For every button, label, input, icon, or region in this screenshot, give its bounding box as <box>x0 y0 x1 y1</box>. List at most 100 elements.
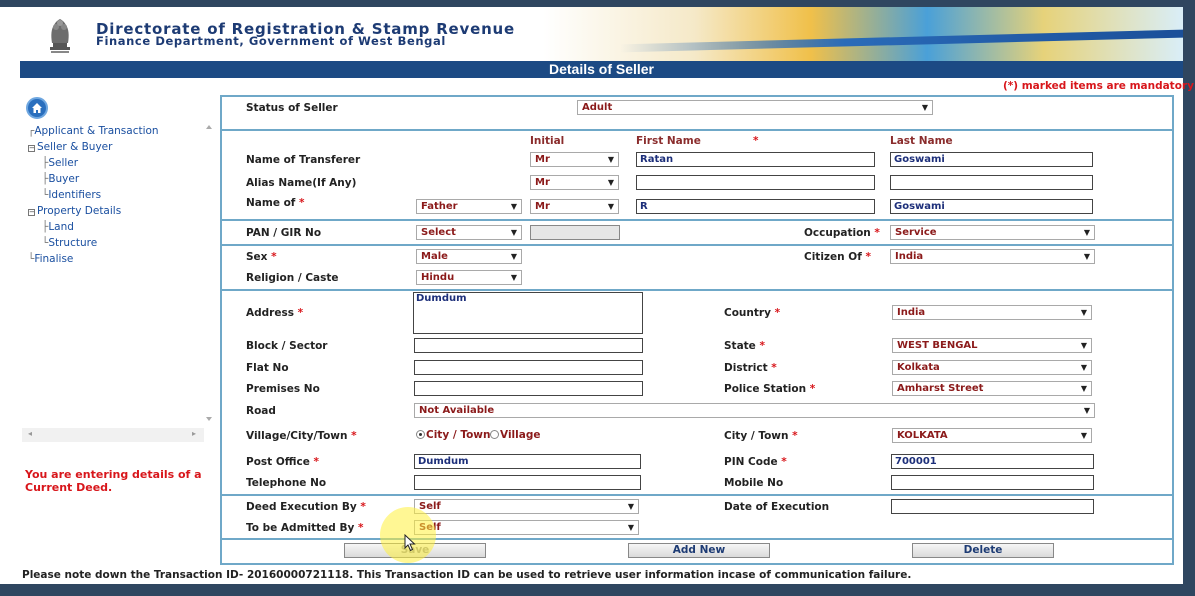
chevron-down-icon: ▼ <box>627 502 634 511</box>
transferer-last-name-input[interactable]: Goswami <box>890 152 1093 167</box>
tree-item-finalise[interactable]: Finalise <box>34 253 73 265</box>
district-label: District * <box>724 362 777 374</box>
tree-item-buyer[interactable]: Buyer <box>48 173 79 185</box>
premises-label: Premises No <box>246 383 320 395</box>
section-divider <box>222 219 1172 221</box>
sex-select[interactable]: Male ▼ <box>416 249 522 264</box>
transferer-initial-select[interactable]: Mr ▼ <box>530 152 619 167</box>
tree-item-seller-buyer[interactable]: Seller & Buyer <box>37 141 112 153</box>
alias-last-name-input[interactable] <box>890 175 1093 190</box>
address-label: Address * <box>246 307 304 319</box>
navigation-tree: ┌Applicant & Transaction − Seller & Buyer… <box>28 125 159 265</box>
transferer-first-name-input[interactable]: Ratan <box>636 152 875 167</box>
status-of-seller-label: Status of Seller <box>246 102 338 114</box>
post-office-input[interactable]: Dumdum <box>414 454 641 469</box>
block-input[interactable] <box>414 338 643 353</box>
block-label: Block / Sector <box>246 340 328 352</box>
section-divider <box>222 244 1172 246</box>
section-divider <box>222 129 1172 131</box>
mobile-input[interactable] <box>891 475 1094 490</box>
road-select[interactable]: Not Available ▼ <box>414 403 1095 418</box>
premises-input[interactable] <box>414 381 643 396</box>
delete-button[interactable]: Delete <box>912 543 1054 558</box>
alias-initial-select[interactable]: Mr ▼ <box>530 175 619 190</box>
country-label: Country * <box>724 307 781 319</box>
date-of-execution-label: Date of Execution <box>724 501 830 513</box>
header-stripe <box>620 29 1183 53</box>
religion-select[interactable]: Hindu ▼ <box>416 270 522 285</box>
home-icon[interactable] <box>26 97 48 119</box>
sex-label: Sex * <box>246 251 277 263</box>
state-select[interactable]: WEST BENGAL ▼ <box>892 338 1092 353</box>
occupation-select[interactable]: Service ▼ <box>890 225 1095 240</box>
name-of-last-name-input[interactable]: Goswami <box>890 199 1093 214</box>
flat-input[interactable] <box>414 360 643 375</box>
site-header: Directorate of Registration & Stamp Reve… <box>20 7 1183 61</box>
religion-label: Religion / Caste <box>246 272 339 284</box>
telephone-input[interactable] <box>414 475 641 490</box>
app-window: Directorate of Registration & Stamp Reve… <box>0 0 1195 596</box>
header-subtitle: Finance Department, Government of West B… <box>96 34 446 48</box>
pan-number-input[interactable] <box>530 225 620 240</box>
scroll-right-icon[interactable]: ▸ <box>192 429 196 438</box>
alias-first-name-input[interactable] <box>636 175 875 190</box>
tree-vertical-scrollbar[interactable] <box>203 122 215 424</box>
admitted-by-select[interactable]: Self▼ <box>414 520 639 535</box>
occupation-label: Occupation * <box>804 227 880 239</box>
name-of-label: Name of * <box>246 197 305 209</box>
tree-item-structure[interactable]: Structure <box>48 237 97 249</box>
tree-item-applicant[interactable]: Applicant & Transaction <box>34 125 158 137</box>
chevron-down-icon: ▼ <box>510 252 517 261</box>
date-of-execution-input[interactable] <box>891 499 1094 514</box>
pan-type-select[interactable]: Select ▼ <box>416 225 522 240</box>
mobile-label: Mobile No <box>724 477 784 489</box>
tree-item-seller[interactable]: Seller <box>48 157 78 169</box>
flat-label: Flat No <box>246 362 289 374</box>
name-of-first-name-input[interactable]: R <box>636 199 875 214</box>
collapse-icon[interactable]: − <box>28 145 35 152</box>
first-name-column-header: First Name <box>636 135 701 147</box>
country-select[interactable]: India ▼ <box>892 305 1092 320</box>
tree-horizontal-scrollbar[interactable]: ◂ ▸ <box>22 428 204 442</box>
address-textarea[interactable]: Dumdum <box>413 292 643 334</box>
alias-label: Alias Name(If Any) <box>246 177 357 189</box>
chevron-down-icon: ▼ <box>1080 341 1087 350</box>
radio-village[interactable]: Village <box>490 429 540 441</box>
chevron-down-icon: ▼ <box>1080 384 1087 393</box>
mouse-cursor-icon <box>404 533 416 555</box>
state-label: State * <box>724 340 765 352</box>
pan-label: PAN / GIR No <box>246 227 322 239</box>
current-deed-message: You are entering details of a Current De… <box>25 468 202 494</box>
city-town-label: City / Town * <box>724 430 798 442</box>
collapse-icon[interactable]: − <box>28 209 35 216</box>
city-town-select[interactable]: KOLKATA ▼ <box>892 428 1092 443</box>
chevron-down-icon: ▼ <box>1083 252 1090 261</box>
status-of-seller-select[interactable]: Adult ▼ <box>577 100 933 115</box>
village-city-label: Village/City/Town * <box>246 430 357 442</box>
relation-select[interactable]: Father ▼ <box>416 199 522 214</box>
tree-item-land[interactable]: Land <box>48 221 74 233</box>
chevron-down-icon: ▼ <box>607 178 614 187</box>
last-name-column-header: Last Name <box>890 135 953 147</box>
deed-execution-label: Deed Execution By * <box>246 501 366 513</box>
required-star: * <box>753 135 759 147</box>
road-label: Road <box>246 405 276 417</box>
chevron-down-icon: ▼ <box>510 202 517 211</box>
tree-item-identifiers[interactable]: Identifiers <box>48 189 101 201</box>
post-office-label: Post Office * <box>246 456 319 468</box>
deed-execution-select[interactable]: Self ▼ <box>414 499 639 514</box>
section-divider <box>222 289 1172 291</box>
police-station-select[interactable]: Amharst Street ▼ <box>892 381 1092 396</box>
name-of-initial-select[interactable]: Mr ▼ <box>530 199 619 214</box>
radio-selected-icon <box>416 430 425 439</box>
pin-code-input[interactable]: 700001 <box>891 454 1094 469</box>
chevron-down-icon: ▼ <box>1083 406 1090 415</box>
mandatory-note: (*) marked items are mandatory <box>1003 80 1194 92</box>
citizen-of-select[interactable]: India ▼ <box>890 249 1095 264</box>
district-select[interactable]: Kolkata ▼ <box>892 360 1092 375</box>
state-emblem-icon <box>38 13 82 57</box>
scroll-left-icon[interactable]: ◂ <box>28 429 32 438</box>
add-new-button[interactable]: Add New <box>628 543 770 558</box>
radio-city-town[interactable]: City / Town <box>416 429 490 441</box>
tree-item-property[interactable]: Property Details <box>37 205 121 217</box>
